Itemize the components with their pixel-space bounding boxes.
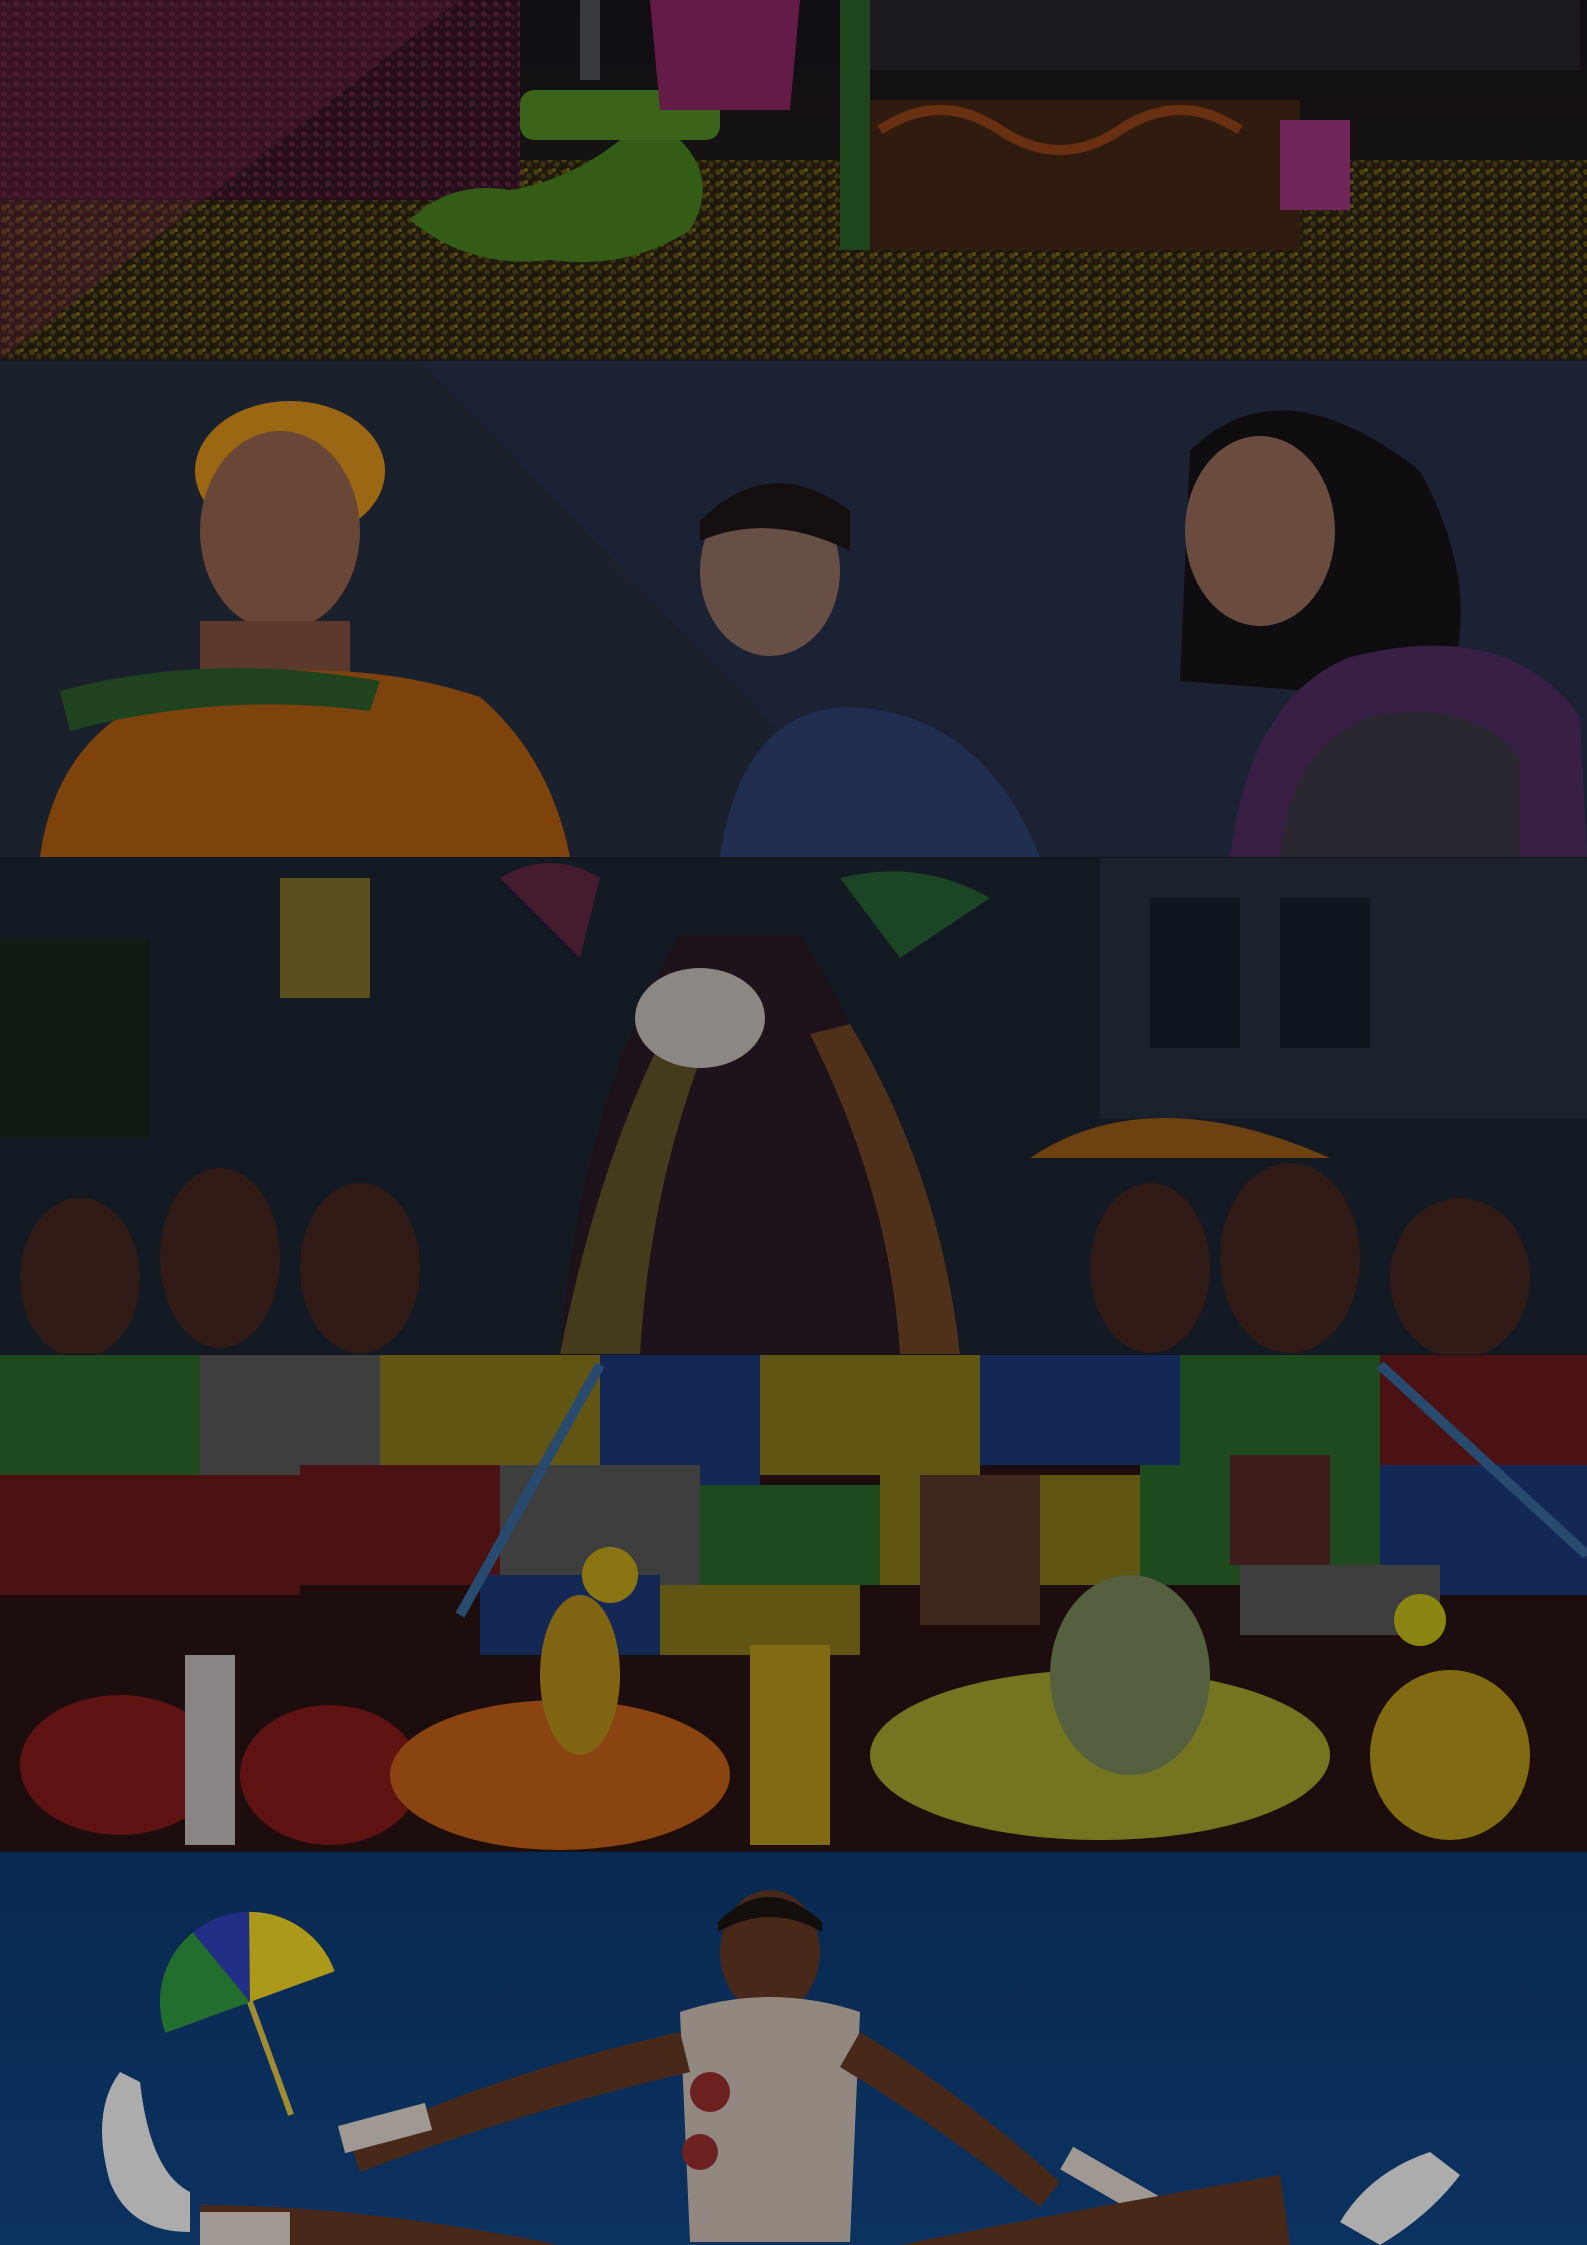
giant-puppets-illustration <box>0 361 1587 857</box>
carnival-crowd-illustration <box>0 0 1587 360</box>
carnival-crowd-photo <box>0 0 1587 360</box>
maracatu-procession-photo <box>0 858 1587 1354</box>
photo-collage <box>0 0 1587 2245</box>
maracatu-procession-illustration <box>0 858 1587 1354</box>
quadrilha-dancers-photo <box>0 1355 1587 1851</box>
giant-puppets-photo <box>0 361 1587 857</box>
quadrilha-dancers-illustration <box>0 1355 1587 1851</box>
frevo-dancer-illustration <box>0 1852 1587 2245</box>
frevo-dancer-photo <box>0 1852 1587 2245</box>
